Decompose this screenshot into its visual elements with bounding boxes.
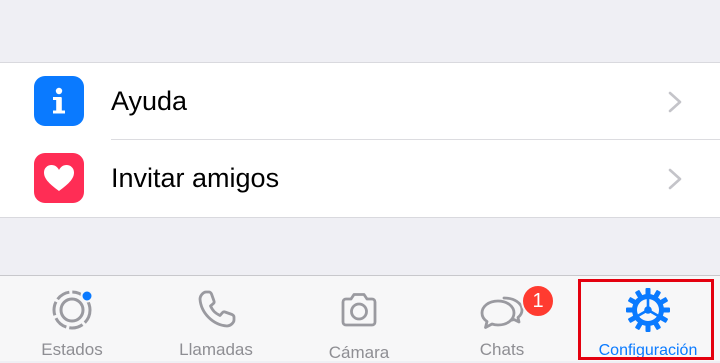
tab-label: Estados [41, 340, 103, 359]
chats-unread-badge: 1 [521, 284, 555, 318]
tab-label: Chats [479, 340, 525, 359]
camera-icon [341, 293, 377, 327]
tab-estados[interactable]: Estados [0, 276, 144, 361]
info-icon [34, 76, 84, 126]
heart-icon [34, 153, 84, 203]
tab-camara[interactable]: Cámara [287, 276, 431, 362]
tab-label: Llamadas [179, 340, 253, 359]
chevron-right-icon [668, 91, 682, 113]
tab-llamadas[interactable]: Llamadas [144, 276, 288, 361]
phone-icon [198, 290, 236, 328]
help-row[interactable]: Ayuda [0, 63, 720, 140]
tab-label: Cámara [328, 343, 390, 362]
tab-chats[interactable]: Chats [430, 276, 574, 361]
chevron-right-icon [668, 168, 682, 190]
invite-friends-label: Invitar amigos [111, 163, 280, 193]
selection-highlight-box [578, 279, 714, 360]
invite-friends-row[interactable]: Invitar amigos [0, 140, 720, 217]
settings-group: Ayuda Invitar amigos [0, 62, 720, 218]
help-label: Ayuda [111, 86, 188, 116]
status-icon [52, 289, 94, 330]
chats-icon [480, 296, 524, 329]
